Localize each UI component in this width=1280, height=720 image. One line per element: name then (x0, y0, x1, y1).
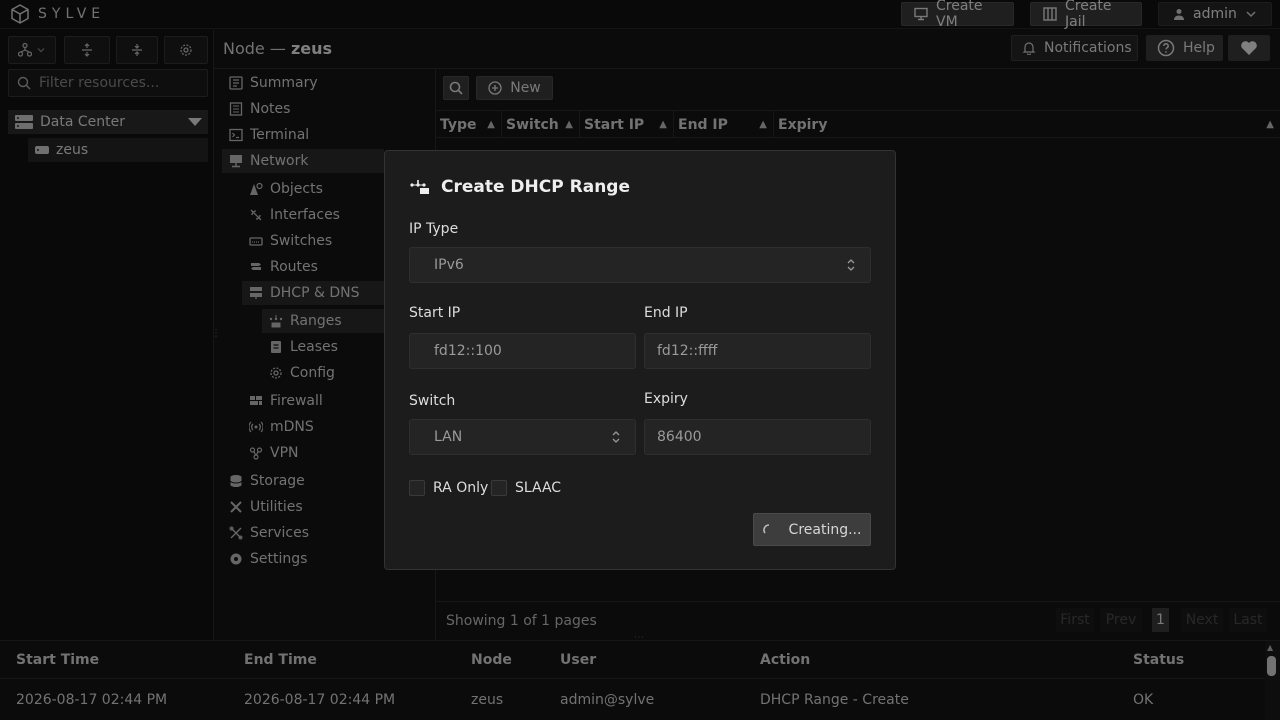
ra-only-label: RA Only (433, 480, 489, 496)
checkbox-box[interactable] (491, 480, 507, 496)
start-ip-input[interactable] (434, 343, 621, 359)
create-submit-button[interactable]: Creating... (753, 513, 871, 546)
switch-select[interactable]: LAN (409, 419, 636, 455)
checkbox-box[interactable] (409, 480, 425, 496)
select-chevrons-icon (611, 430, 621, 444)
ranges-icon (409, 179, 431, 195)
slaac-checkbox[interactable]: SLAAC (491, 480, 561, 496)
switch-value: LAN (434, 429, 463, 445)
create-submit-label: Creating... (788, 521, 862, 538)
spinner-icon (762, 523, 775, 536)
ip-type-value: IPv6 (434, 257, 464, 273)
select-chevrons-icon (846, 258, 856, 272)
slaac-label: SLAAC (515, 480, 562, 496)
switch-label: Switch (409, 393, 456, 409)
start-ip-label: Start IP (409, 305, 461, 321)
dialog-title-text: Create DHCP Range (441, 177, 630, 197)
ip-type-label: IP Type (409, 221, 459, 237)
expiry-label: Expiry (644, 391, 688, 407)
dialog-title: Create DHCP Range (409, 177, 630, 197)
ra-only-checkbox[interactable]: RA Only (409, 480, 488, 496)
end-ip-field[interactable] (644, 333, 871, 369)
end-ip-input[interactable] (657, 343, 856, 359)
end-ip-label: End IP (644, 305, 688, 321)
create-dhcp-range-dialog: Create DHCP Range IP Type IPv6 Start IP … (384, 150, 896, 570)
start-ip-field[interactable] (409, 333, 636, 369)
expiry-field[interactable] (644, 419, 871, 455)
expiry-input[interactable] (657, 429, 856, 445)
ip-type-select[interactable]: IPv6 (409, 247, 871, 283)
